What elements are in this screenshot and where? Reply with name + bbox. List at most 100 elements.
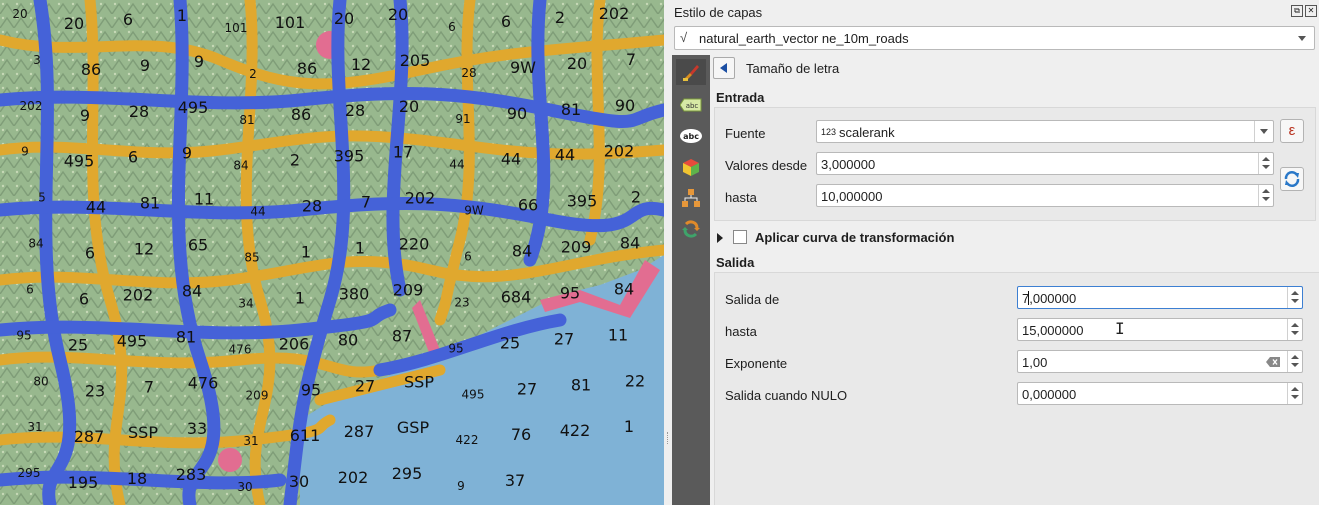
road-number-label: 86 (291, 105, 311, 124)
diagram-icon (682, 189, 700, 207)
road-number-label: 6 (123, 10, 133, 29)
road-number-label: 31 (243, 434, 258, 448)
road-number-label: 23 (454, 295, 469, 309)
splitter-grip[interactable] (667, 432, 670, 444)
road-number-label: 611 (290, 426, 321, 445)
fetch-values-button[interactable] (1280, 167, 1304, 191)
output-from-spinbox[interactable]: 7,000000 (1017, 286, 1303, 309)
page-title: Tamaño de letra (746, 61, 840, 76)
road-number-label: 25 (500, 333, 520, 352)
road-number-label: 20 (64, 14, 84, 33)
road-number-label: 27 (554, 329, 574, 348)
3d-view-tab[interactable] (676, 154, 706, 180)
numeric-field-icon: 123 (821, 127, 837, 137)
values-to-spinbox[interactable]: 10,000000 (816, 184, 1274, 207)
close-dock-button[interactable]: ✕ (1305, 5, 1317, 17)
spin-buttons[interactable] (1287, 319, 1302, 340)
road-number-label: 7 (361, 193, 371, 212)
road-number-label: 395 (567, 192, 598, 211)
road-number-label: 220 (399, 235, 430, 254)
road-number-label: 3 (33, 53, 41, 67)
values-from-spinbox[interactable]: 3,000000 (816, 152, 1274, 175)
symbology-tab[interactable] (676, 59, 706, 85)
diagrams-tab[interactable] (676, 185, 706, 211)
spin-buttons[interactable] (1287, 287, 1302, 308)
abc-label-icon: abc (680, 98, 702, 112)
3d-cube-icon (683, 159, 699, 176)
road-number-label: 11 (608, 325, 628, 344)
dock-splitter[interactable] (664, 0, 672, 505)
spin-buttons[interactable] (1258, 185, 1273, 206)
road-number-label: 12 (134, 240, 154, 259)
svg-text:abc: abc (686, 102, 699, 110)
road-number-label: 90 (615, 96, 635, 115)
layer-selector-combo[interactable]: √ natural_earth_vector ne_10m_roads (674, 26, 1315, 50)
road-number-label: 422 (560, 421, 591, 440)
spin-buttons[interactable] (1258, 153, 1273, 174)
road-number-label: 495 (64, 152, 95, 171)
road-number-label: 7 (626, 50, 636, 69)
dock-title: Estilo de capas (674, 5, 763, 20)
road-number-label: 209 (561, 238, 592, 257)
road-number-label: 202 (123, 285, 154, 304)
masks-tab[interactable]: abc (676, 123, 706, 149)
road-number-label: 27 (355, 376, 375, 395)
map-canvas[interactable]: 20 20 6 1 101 101 20 20 6 6 2 202 3 86 9 9 2 86 12 205 28 9W 2… (0, 0, 664, 505)
road-number-label: 2 (249, 67, 257, 81)
curve-checkbox[interactable] (733, 230, 747, 244)
road-number-label: 6 (79, 289, 89, 308)
road-number-label: 86 (81, 60, 101, 79)
road-number-label: 84 (28, 237, 43, 251)
curve-label[interactable]: Aplicar curva de transformación (755, 230, 954, 245)
road-number-label: 81 (561, 100, 581, 119)
expression-button[interactable]: ε (1280, 119, 1304, 143)
road-number-label: 76 (511, 425, 531, 444)
back-button[interactable] (713, 57, 735, 79)
road-number-label: 1 (295, 288, 305, 307)
float-dock-button[interactable]: ⧉ (1291, 5, 1303, 17)
road-number-label: 205 (400, 51, 431, 70)
road-number-label: 422 (456, 433, 479, 447)
road-number-label: 87 (392, 326, 412, 345)
road-number-label: 6 (26, 282, 34, 296)
road-number-label: 495 (462, 387, 485, 401)
road-number-label: 34 (238, 296, 253, 310)
road-number-label: 84 (182, 281, 202, 300)
labels-tab[interactable]: abc (676, 92, 706, 118)
road-number-label: 44 (86, 198, 106, 217)
road-number-label: 28 (345, 101, 365, 120)
exponent-spinbox[interactable]: 1,00 (1017, 350, 1303, 373)
source-field-combo[interactable]: 123 scalerank (816, 120, 1274, 143)
road-number-label: 28 (302, 197, 322, 216)
road-number-label: 30 (237, 480, 252, 494)
history-icon (682, 220, 700, 238)
road-number-label: 295 (392, 464, 423, 483)
null-output-spinbox[interactable]: 0,000000 (1017, 382, 1303, 405)
road-number-label: 9 (182, 144, 192, 163)
road-number-label: 85 (244, 251, 259, 265)
output-from-label: Salida de (725, 292, 780, 307)
road-number-label: 101 (225, 21, 248, 35)
exponent-label: Exponente (725, 356, 788, 371)
collapse-arrow-icon[interactable] (717, 233, 723, 243)
history-tab[interactable] (676, 216, 706, 242)
spin-buttons[interactable] (1287, 383, 1302, 404)
urban-area (218, 448, 242, 472)
road-number-label: 28 (461, 66, 476, 80)
road-number-label: 20 (567, 54, 587, 73)
road-number-label: 33 (187, 419, 207, 438)
road-number-label: 44 (555, 146, 575, 165)
road-number-label: 2 (631, 188, 641, 207)
spin-buttons[interactable] (1287, 351, 1302, 372)
values-to-value: 10,000000 (821, 189, 883, 204)
road-number-label: 86 (297, 59, 317, 78)
road-number-label: 1 (301, 243, 311, 262)
road-number-label: 20 (12, 7, 27, 21)
road-number-label: 287 (74, 427, 105, 446)
road-number-label: 295 (18, 466, 41, 480)
road-number-label: 28 (129, 102, 149, 121)
clear-icon[interactable] (1266, 357, 1280, 367)
road-number-label: 476 (229, 342, 252, 356)
source-label: Fuente (725, 126, 766, 141)
output-to-spinbox[interactable]: 15,000000 (1017, 318, 1303, 341)
